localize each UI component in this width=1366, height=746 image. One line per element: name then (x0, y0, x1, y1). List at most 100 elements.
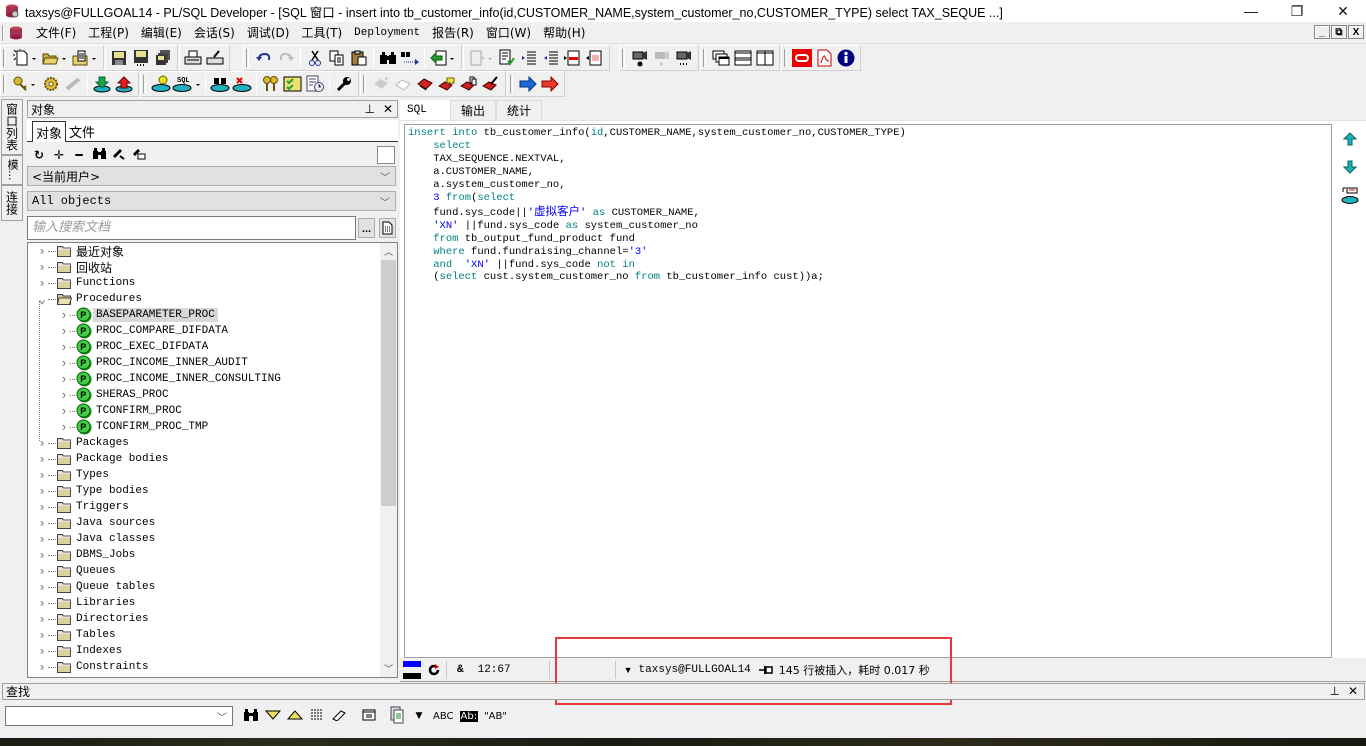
tab-statistics[interactable]: 统计 (496, 100, 543, 120)
chevron-right-icon[interactable]: › (36, 564, 48, 579)
menu-deployment[interactable]: Deployment (348, 27, 426, 39)
sql-button[interactable]: SQL (172, 73, 202, 95)
find-icon[interactable] (243, 708, 259, 724)
chevron-right-icon[interactable]: › (36, 596, 48, 611)
close-icon[interactable]: ✕ (1348, 684, 1358, 698)
binoculars-icon[interactable] (92, 148, 106, 162)
owner-select[interactable]: <当前用户> ﹀ (27, 166, 396, 186)
minimize-button[interactable]: — (1228, 0, 1274, 22)
chevron-right-icon[interactable]: › (58, 356, 70, 371)
uncomment-button[interactable] (584, 47, 606, 69)
vcs-compare-button[interactable] (458, 73, 480, 95)
find-next-icon[interactable] (264, 710, 282, 723)
paste-button[interactable] (348, 47, 370, 69)
rollback-button[interactable] (113, 73, 135, 95)
pin-icon[interactable]: ⊥ (1329, 684, 1339, 698)
reopen-button[interactable] (70, 47, 100, 69)
chevron-right-icon[interactable]: › (58, 324, 70, 339)
tree-node[interactable]: › Indexes (28, 643, 380, 659)
tree-node[interactable]: › Functions (28, 275, 380, 291)
test-manager-button[interactable] (282, 73, 304, 95)
filter-edit-icon[interactable] (132, 148, 146, 163)
grant-button[interactable] (260, 73, 282, 95)
tree-node-procedure[interactable]: › P PROC_EXEC_DIFDATA (28, 339, 380, 355)
tree-node[interactable]: › Constraints (28, 659, 380, 675)
redo-button[interactable] (275, 47, 297, 69)
mdi-minimize-button[interactable]: _ (1314, 25, 1330, 39)
remove-icon[interactable]: ━ (72, 148, 86, 162)
tree-scrollbar[interactable]: ︿ ﹀ (380, 243, 397, 677)
chevron-right-icon[interactable]: › (58, 388, 70, 403)
close-icon[interactable]: ✕ (383, 102, 393, 116)
arrow-down-icon[interactable] (1343, 160, 1357, 174)
tree-node[interactable]: › Java sources (28, 515, 380, 531)
chevron-down-icon[interactable]: ⌄ (36, 292, 48, 307)
tree-node[interactable]: › Queues (28, 563, 380, 579)
tree-node-procedure[interactable]: › P TCONFIRM_PROC_TMP (28, 419, 380, 435)
chevron-right-icon[interactable]: › (36, 276, 48, 291)
tile-button[interactable] (732, 47, 754, 69)
vcs-add-button[interactable] (414, 73, 436, 95)
filter-icon[interactable] (112, 148, 126, 163)
indent-button[interactable] (518, 47, 540, 69)
tree-node[interactable]: › Java classes (28, 531, 380, 547)
load-button[interactable] (428, 47, 458, 69)
clear-icon[interactable] (331, 709, 347, 724)
search-doc-button[interactable] (379, 218, 396, 238)
find-next-button[interactable] (399, 47, 421, 69)
whole-word-icon[interactable]: Ab: (459, 710, 479, 722)
chevron-right-icon[interactable]: › (36, 580, 48, 595)
tree-node-procedure[interactable]: › P PROC_COMPARE_DIFDATA (28, 323, 380, 339)
mdi-close-button[interactable]: X (1348, 25, 1364, 39)
new-window-button[interactable] (710, 47, 732, 69)
print-button[interactable] (182, 47, 204, 69)
match-case-icon[interactable]: ABC (433, 711, 454, 722)
scroll-thumb[interactable] (381, 260, 396, 506)
preferences-button[interactable] (333, 73, 355, 95)
tree-node[interactable]: › Package bodies (28, 451, 380, 467)
chevron-right-icon[interactable]: › (36, 244, 48, 259)
menu-edit[interactable]: 编辑(E) (135, 24, 188, 41)
object-type-select[interactable]: All objects ﹀ (27, 191, 396, 211)
drop-button[interactable] (231, 73, 253, 95)
execute-query-button[interactable] (150, 73, 172, 95)
tree-node-procedure[interactable]: › P PROC_INCOME_INNER_AUDIT (28, 355, 380, 371)
tree-node-procedure[interactable]: › P SHERAS_PROC (28, 387, 380, 403)
pdf-button[interactable] (813, 47, 835, 69)
connection-dropdown-icon[interactable]: ▼ (624, 659, 633, 681)
tree-node[interactable]: › Tables (28, 627, 380, 643)
tree-node[interactable]: › 回收站 (28, 259, 380, 275)
macro-library-button[interactable] (673, 47, 695, 69)
chevron-right-icon[interactable]: › (36, 452, 48, 467)
chevron-right-icon[interactable]: › (36, 532, 48, 547)
chevron-right-icon[interactable]: › (36, 500, 48, 515)
object-search-input[interactable]: 输入搜索文档 (27, 216, 356, 240)
tree-node[interactable]: › Queue tables (28, 579, 380, 595)
explain-plan-button[interactable] (496, 47, 518, 69)
copy-button[interactable] (326, 47, 348, 69)
tree-node[interactable]: › Types (28, 467, 380, 483)
vcs-folder-button[interactable] (436, 73, 458, 95)
scroll-down-icon[interactable]: ﹀ (380, 660, 397, 677)
find-db-objects-button[interactable] (209, 73, 231, 95)
scroll-up-icon[interactable]: ︿ (380, 243, 397, 260)
vcs-edit-button[interactable] (480, 73, 502, 95)
chevron-right-icon[interactable]: › (36, 644, 48, 659)
back-button[interactable] (517, 73, 539, 95)
play-macro-button[interactable] (651, 47, 673, 69)
undo-button[interactable] (253, 47, 275, 69)
menu-help[interactable]: 帮助(H) (537, 24, 591, 41)
tree-node[interactable]: › DBMS_Jobs (28, 547, 380, 563)
info-button[interactable] (835, 47, 857, 69)
tree-node[interactable]: › Directories (28, 611, 380, 627)
add-icon[interactable]: ✛ (52, 148, 66, 162)
tab-files[interactable]: 文件 (66, 121, 98, 141)
menu-debug[interactable]: 调试(D) (241, 24, 296, 41)
close-button[interactable]: ✕ (1320, 0, 1366, 22)
chevron-right-icon[interactable]: › (36, 516, 48, 531)
chevron-right-icon[interactable]: › (36, 468, 48, 483)
tab-output[interactable]: 输出 (450, 100, 497, 120)
chevron-right-icon[interactable]: › (36, 548, 48, 563)
chevron-right-icon[interactable]: › (36, 484, 48, 499)
tab-connections[interactable]: 连接 (1, 185, 23, 221)
